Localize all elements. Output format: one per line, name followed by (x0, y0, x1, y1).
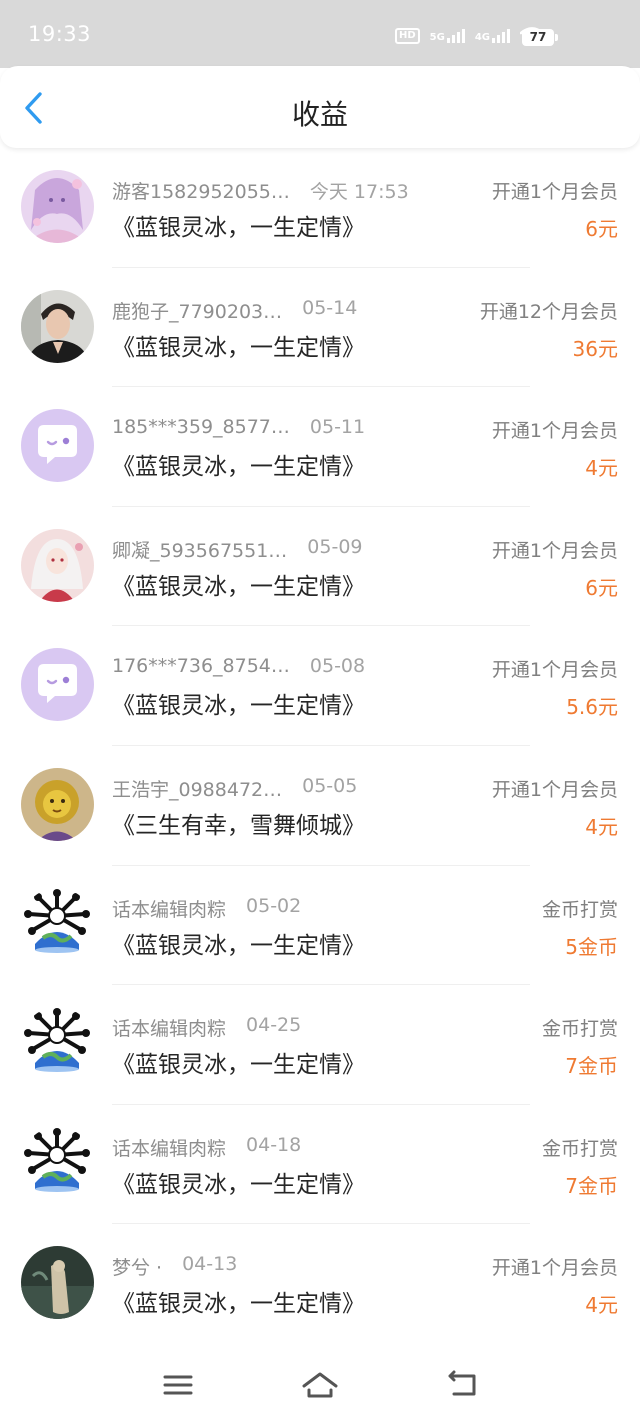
work-title: 《蓝银灵冰，一生定情》 (112, 454, 365, 481)
work-title: 《三生有幸，雪舞倾城》 (112, 812, 365, 839)
earning-type: 开通12个月会员 (479, 300, 618, 323)
earning-amount: 6元 (585, 575, 618, 600)
work-title: 《蓝银灵冰，一生定情》 (112, 1052, 365, 1079)
hd-signal-icon: HD (394, 28, 420, 44)
record-date: 05-05 (302, 774, 358, 797)
earning-row[interactable]: 卿凝_593567551… 05-09 《蓝银灵冰，一生定情》 开通1个月会员 6元 (0, 507, 640, 627)
earning-row[interactable]: 话本编辑肉粽 04-25 《蓝银灵冰，一生定情》 金币打赏 7金币 (0, 985, 640, 1105)
earning-type: 开通1个月会员 (491, 420, 618, 443)
user-name: 卿凝_593567551… (112, 539, 288, 562)
earning-type: 开通1个月会员 (491, 778, 618, 801)
earning-row[interactable]: 185***359_8577… 05-11 《蓝银灵冰，一生定情》 开通1个月会员 4元 (0, 387, 640, 507)
signal-4g-icon: 4G (475, 29, 510, 43)
system-nav-bar (0, 1342, 640, 1427)
user-line: 梦兮 · 04-13 (112, 1253, 237, 1280)
record-date: 04-25 (246, 1014, 302, 1037)
work-title: 《蓝银灵冰，一生定情》 (112, 693, 365, 720)
earning-type: 金币打赏 (541, 1137, 618, 1160)
earning-type: 金币打赏 (541, 898, 618, 921)
user-line: 鹿狍子_7790203… 05-14 (112, 297, 357, 324)
user-avatar[interactable] (21, 409, 94, 483)
home-button[interactable] (301, 1370, 338, 1400)
work-title: 《蓝银灵冰，一生定情》 (112, 932, 365, 959)
earning-row[interactable]: 话本编辑肉粽 04-18 《蓝银灵冰，一生定情》 金币打赏 7金币 (0, 1105, 640, 1225)
page-title: 收益 (291, 98, 348, 131)
user-name: 鹿狍子_7790203… (112, 300, 283, 323)
earning-type: 开通1个月会员 (491, 539, 618, 562)
earning-row[interactable]: 176***736_8754… 05-08 《蓝银灵冰，一生定情》 开通1个月会员 5.… (0, 626, 640, 746)
record-date: 今天 17:53 (309, 181, 409, 203)
user-avatar[interactable] (21, 1126, 94, 1200)
earnings-list: 游客1582952055… 今天 17:53 《蓝银灵冰，一生定情》 开通1个月会员 6… (0, 148, 640, 1344)
user-name: 185***359_8577… (112, 416, 290, 439)
user-line: 话本编辑肉粽 05-02 (112, 895, 301, 922)
user-line: 话本编辑肉粽 04-25 (112, 1014, 301, 1041)
earning-type: 金币打赏 (541, 1018, 618, 1041)
status-bar: 19:33 HD 5G 4G 77 (0, 0, 640, 68)
user-avatar[interactable] (21, 648, 94, 722)
earning-type: 开通1个月会员 (491, 659, 618, 682)
earning-amount: 6元 (585, 217, 618, 241)
earning-type: 开通1个月会员 (491, 181, 618, 203)
work-title: 《蓝银灵冰，一生定情》 (112, 573, 365, 600)
record-date: 05-08 (309, 655, 366, 678)
earning-row[interactable]: 梦兮 · 04-13 《蓝银灵冰，一生定情》 开通1个月会员 4元 (0, 1224, 640, 1344)
user-avatar[interactable] (21, 887, 94, 961)
record-date: 05-14 (302, 296, 358, 319)
user-line: 卿凝_593567551… 05-09 (112, 536, 363, 563)
earning-amount: 5金币 (565, 934, 618, 959)
menu-button[interactable] (160, 1370, 196, 1400)
user-line: 王浩宇_0988472… 05-05 (112, 775, 357, 802)
battery-indicator: 77 (522, 29, 558, 46)
user-name: 王浩宇_0988472… (112, 778, 283, 801)
user-name: 176***736_8754… (112, 655, 290, 678)
earning-row[interactable]: 游客1582952055… 今天 17:53 《蓝银灵冰，一生定情》 开通1个月会员 6… (0, 148, 640, 268)
user-avatar[interactable] (21, 289, 94, 363)
user-name: 话本编辑肉粽 (112, 1137, 227, 1160)
user-line: 185***359_8577… 05-11 (112, 416, 365, 438)
earning-amount: 4元 (585, 456, 618, 481)
user-avatar[interactable] (21, 1246, 94, 1320)
user-avatar[interactable] (21, 528, 94, 602)
earning-type: 开通1个月会员 (491, 1257, 618, 1280)
home-icon (302, 1372, 338, 1398)
work-title: 《蓝银灵冰，一生定情》 (112, 334, 365, 361)
earning-row[interactable]: 鹿狍子_7790203… 05-14 《蓝银灵冰，一生定情》 开通12个月会员 36元 (0, 268, 640, 388)
user-avatar[interactable] (21, 170, 94, 243)
earning-amount: 36元 (572, 336, 618, 361)
user-name: 梦兮 · (112, 1257, 163, 1280)
earning-amount: 7金币 (565, 1054, 618, 1079)
user-line: 游客1582952055… 今天 17:53 (112, 177, 409, 204)
back-icon (448, 1370, 476, 1396)
user-name: 话本编辑肉粽 (112, 1018, 227, 1041)
earning-row[interactable]: 话本编辑肉粽 05-02 《蓝银灵冰，一生定情》 金币打赏 5金币 (0, 866, 640, 986)
record-date: 05-11 (309, 416, 366, 439)
menu-icon (163, 1375, 193, 1395)
user-line: 话本编辑肉粽 04-18 (112, 1134, 301, 1161)
user-line: 176***736_8754… 05-08 (112, 655, 365, 677)
record-date: 05-09 (307, 535, 363, 558)
earning-row[interactable]: 王浩宇_0988472… 05-05 《三生有幸，雪舞倾城》 开通1个月会员 4元 (0, 746, 640, 866)
user-name: 话本编辑肉粽 (112, 898, 227, 921)
earning-amount: 7金币 (565, 1173, 618, 1198)
user-name: 游客1582952055… (112, 181, 290, 203)
user-avatar[interactable] (21, 767, 94, 841)
work-title: 《蓝银灵冰，一生定情》 (112, 1291, 365, 1318)
user-avatar[interactable] (21, 1007, 94, 1081)
work-title: 《蓝银灵冰，一生定情》 (112, 215, 365, 241)
return-button[interactable] (444, 1370, 480, 1400)
record-date: 04-13 (182, 1253, 238, 1276)
app-header: 收益 (0, 66, 640, 148)
signal-5g-icon: 5G (430, 29, 465, 43)
work-title: 《蓝银灵冰，一生定情》 (112, 1171, 365, 1198)
earning-amount: 4元 (585, 1293, 618, 1318)
record-date: 04-18 (246, 1133, 302, 1156)
earning-amount: 5.6元 (566, 695, 618, 720)
status-time: 19:33 (28, 22, 92, 46)
earning-amount: 4元 (585, 814, 618, 839)
record-date: 05-02 (246, 894, 302, 917)
